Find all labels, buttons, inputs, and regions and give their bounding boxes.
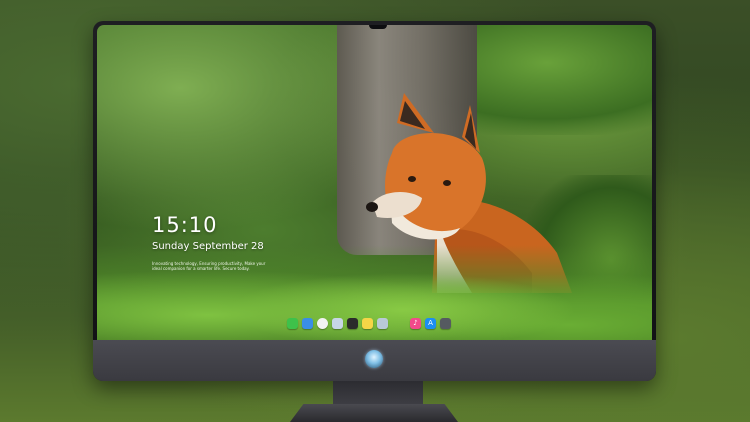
camera-notch — [369, 25, 387, 29]
monitor-stand-base — [290, 404, 458, 422]
notes-icon[interactable] — [362, 317, 373, 329]
app-store-icon[interactable]: A — [425, 317, 436, 329]
clock-icon[interactable] — [317, 317, 328, 329]
finder-icon[interactable] — [302, 317, 313, 329]
lock-screen-tagline: Innovating technology, Ensuring producti… — [152, 261, 266, 271]
photos-icon[interactable] — [332, 317, 343, 329]
dock: ♪ A — [283, 315, 455, 331]
camera-icon[interactable] — [440, 317, 451, 329]
monitor-stand-neck — [333, 381, 423, 405]
brand-logo-icon — [365, 350, 383, 368]
monitor: 15:10 Sunday September 28 Innovating tec… — [93, 21, 656, 381]
music-icon[interactable]: ♪ — [410, 317, 421, 329]
messages-icon[interactable] — [287, 317, 298, 329]
preview-icon[interactable] — [377, 317, 388, 329]
clapper-icon[interactable] — [347, 317, 358, 329]
desktop-background: 15:10 Sunday September 28 Innovating tec… — [0, 0, 750, 422]
monitor-chin — [93, 340, 656, 381]
lock-screen-time: 15:10 — [152, 213, 218, 237]
screen: 15:10 Sunday September 28 Innovating tec… — [97, 25, 652, 340]
lock-screen-date: Sunday September 28 — [152, 241, 264, 252]
